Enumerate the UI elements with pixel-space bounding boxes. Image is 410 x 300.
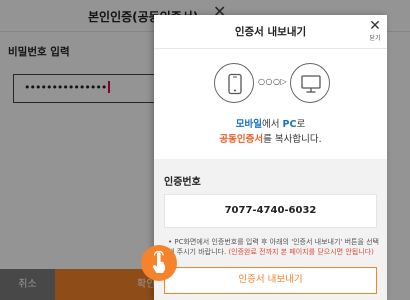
modal-close-button[interactable]: ✕ 닫기 <box>368 19 382 42</box>
pc-highlight: PC <box>282 119 297 130</box>
hand-pointer-icon <box>141 245 177 281</box>
mobile-highlight: 모바일 <box>235 119 263 130</box>
certificate-number-label: 인증번호 <box>164 177 201 188</box>
description-line-1: 모바일에서 PC로 <box>154 116 387 130</box>
notice-text: • PC화면에서 인증번호를 입력 후 아래의 '인증서 내보내기' 버튼을 선… <box>168 237 382 257</box>
description-line-2: 공동인증서를 복사합니다. <box>154 131 387 145</box>
certificate-highlight: 공동인증서 <box>219 134 264 145</box>
close-icon: ✕ <box>369 18 381 34</box>
export-certificate-modal: 인증서 내보내기 ✕ 닫기 ○○○▷ 모바일에서 PC로 공동인증서를 복사합니… <box>154 15 387 300</box>
desc-text: 에서 <box>262 119 283 130</box>
mobile-phone-icon <box>214 63 254 103</box>
transfer-illustration: ○○○▷ <box>154 63 387 103</box>
certificate-number-value: 7077-4740-6032 <box>164 194 377 228</box>
close-label: 닫기 <box>369 35 381 42</box>
desc-text: 로 <box>296 119 306 130</box>
monitor-icon <box>290 63 330 103</box>
export-certificate-button[interactable]: 인증서 내보내기 <box>164 267 377 294</box>
desc-text: 를 복사합니다. <box>263 134 322 145</box>
transfer-arrow-icon: ○○○▷ <box>258 77 288 86</box>
modal-header: 인증서 내보내기 ✕ 닫기 <box>154 15 387 49</box>
notice-warning: (인증완료 전까지 본 페이지를 닫으시면 안됩니다) <box>228 248 374 256</box>
modal-title: 인증서 내보내기 <box>234 26 307 38</box>
